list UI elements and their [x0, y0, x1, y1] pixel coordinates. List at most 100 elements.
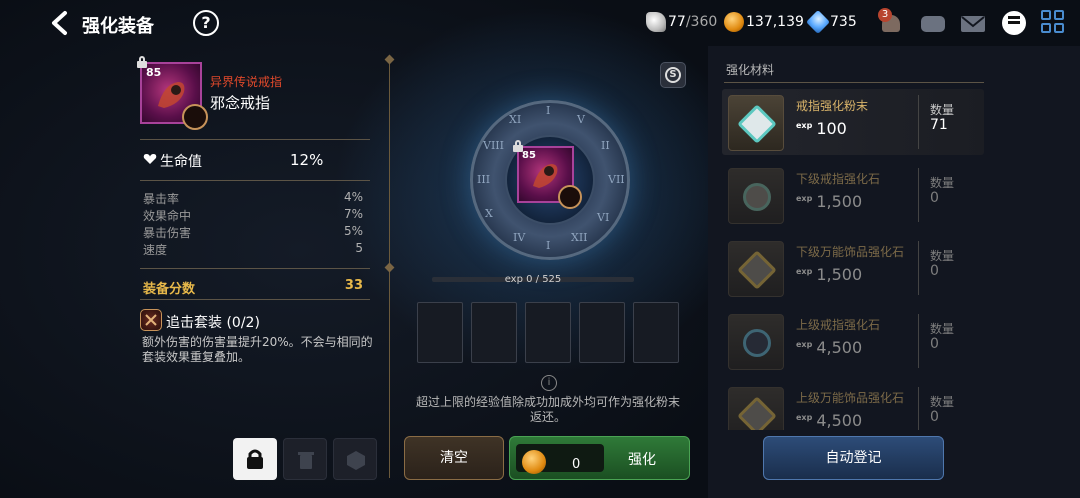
material-exp: exp 4,500	[796, 338, 863, 357]
score-value: 33	[344, 278, 363, 293]
lock-button[interactable]	[233, 438, 277, 480]
main-stat-label: 生命值	[160, 154, 202, 170]
ring-numeral: III	[477, 173, 491, 186]
sub-stat-row: 暴击伤害 5%	[143, 224, 363, 241]
ring-numeral: I	[546, 104, 551, 117]
material-row[interactable]: 上级戒指强化石 exp 4,500 数量 0	[722, 308, 984, 374]
sub-stat-row: 速度 5	[143, 241, 363, 258]
item-icon[interactable]: 85	[140, 62, 208, 130]
menu-grid-icon[interactable]	[1041, 10, 1067, 36]
material-qty-label: 数量	[930, 249, 955, 263]
lock-icon	[247, 449, 263, 469]
sub-stat-label: 暴击伤害	[143, 226, 192, 240]
cost-box: 0	[516, 444, 604, 474]
ring-numeral: V	[577, 113, 585, 126]
sub-stat-label: 速度	[143, 243, 168, 257]
material-exp: exp 4,500	[796, 411, 863, 430]
material-slot[interactable]	[525, 302, 571, 363]
heart-icon	[143, 154, 157, 164]
overflow-note: 超过上限的经验值除成功加成外均可作为强化粉末返还。	[415, 395, 680, 424]
ring-numeral: II	[601, 139, 610, 152]
stamina-current: 77	[668, 14, 686, 30]
discard-button[interactable]	[283, 438, 327, 480]
dice-icon	[347, 451, 365, 470]
sub-stat-value: 7%	[343, 207, 363, 221]
gold-coin-icon	[522, 450, 546, 474]
material-row[interactable]: 下级万能饰品强化石 exp 1,500 数量 0	[722, 235, 984, 301]
ring-numeral: X	[485, 207, 493, 220]
material-qty: 0	[930, 263, 939, 279]
page-title: 强化装备	[82, 16, 154, 37]
material-qty-label: 数量	[930, 395, 955, 409]
material-qty-label: 数量	[930, 176, 955, 190]
sub-stat-value: 5%	[343, 224, 363, 238]
material-qty: 0	[930, 336, 939, 352]
material-slot[interactable]	[417, 302, 463, 363]
material-row[interactable]: 戒指强化粉末 exp 100 数量 71	[722, 89, 984, 155]
set-emblem-icon	[182, 104, 208, 130]
enhance-button[interactable]: 0 强化	[509, 436, 690, 480]
gold-coin-icon	[724, 12, 744, 32]
enhance-target-item[interactable]: 85	[517, 146, 582, 209]
material-slot[interactable]	[471, 302, 517, 363]
exp-text: exp 0 / 525	[504, 274, 562, 285]
crystal-icon	[805, 9, 831, 35]
guild-icon[interactable]	[919, 10, 945, 36]
material-name: 下级戒指强化石	[796, 172, 881, 186]
swap-s-button[interactable]: S	[660, 62, 686, 88]
sub-stat-value: 5	[355, 241, 363, 255]
divider	[140, 139, 370, 140]
material-exp: exp 1,500	[796, 192, 863, 211]
ring-stone-icon	[728, 314, 784, 370]
ring-numeral: VII	[608, 173, 625, 186]
question-circle-icon[interactable]: ?	[193, 10, 219, 36]
divider	[724, 82, 984, 83]
material-slot[interactable]	[633, 302, 679, 363]
auto-register-button[interactable]: 自动登记	[763, 436, 944, 480]
enhance-label: 强化	[628, 452, 656, 468]
reforge-button[interactable]	[333, 438, 377, 480]
sub-stat-value: 4%	[343, 190, 363, 204]
material-slot[interactable]	[579, 302, 625, 363]
material-row[interactable]: 下级戒指强化石 exp 1,500 数量 0	[722, 162, 984, 228]
clear-button[interactable]: 清空	[404, 436, 504, 480]
material-name: 下级万能饰品强化石	[796, 245, 905, 259]
back-arrow-icon[interactable]	[48, 10, 72, 36]
sub-stat-row: 效果命中 7%	[143, 207, 363, 224]
material-qty-label: 数量	[930, 103, 955, 117]
material-qty-label: 数量	[930, 322, 955, 336]
material-name: 戒指强化粉末	[796, 99, 869, 113]
main-stat-value: 12%	[290, 151, 324, 169]
ring-numeral: I	[546, 239, 551, 252]
divider	[140, 299, 370, 300]
material-row[interactable]: 上级万能饰品强化石 exp 4,500 数量 0	[722, 381, 984, 430]
ring-numeral: IV	[513, 231, 526, 244]
enhance-cost: 0	[572, 457, 581, 472]
info-icon[interactable]: i	[541, 375, 557, 391]
material-name: 上级戒指强化石	[796, 318, 881, 332]
gem-value: 735	[830, 14, 857, 30]
lock-icon	[512, 140, 524, 152]
stamina-max: /360	[685, 14, 718, 30]
item-name: 邪念戒指	[210, 94, 271, 112]
stamina-icon	[646, 12, 666, 32]
set-effect-icon	[140, 309, 162, 331]
sub-stat-label: 暴击率	[143, 192, 180, 206]
material-qty: 0	[930, 409, 939, 425]
material-exp: exp 1,500	[796, 265, 863, 284]
divider	[140, 180, 370, 181]
sub-stat-row: 暴击率 4%	[143, 190, 363, 207]
set-emblem-icon	[558, 185, 582, 209]
top-bar: 强化装备 ? 77/360 137,139 735 3	[0, 0, 1080, 46]
chat-icon[interactable]	[1001, 10, 1027, 36]
bell-icon[interactable]: 3	[878, 8, 904, 36]
s-coin-icon: S	[665, 67, 681, 83]
mail-icon[interactable]	[960, 10, 986, 36]
ring-stone-icon	[728, 168, 784, 224]
accessory-stone-icon	[728, 241, 784, 297]
material-qty: 0	[930, 190, 939, 206]
ring-powder-icon	[728, 95, 784, 151]
ring-numeral: VI	[597, 211, 610, 224]
trash-icon	[298, 452, 314, 469]
accessory-stone-icon	[728, 387, 784, 430]
